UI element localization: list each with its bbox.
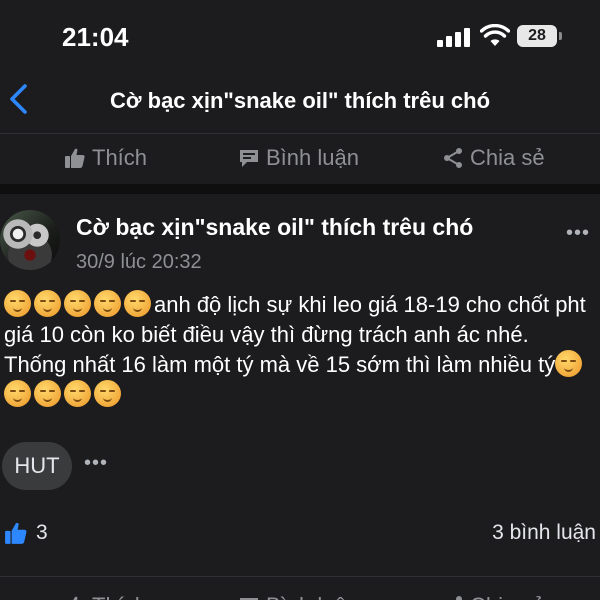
bottom-share-button[interactable]: Chia sẻ — [442, 590, 545, 600]
bottom-comment-button[interactable]: Bình luận — [238, 590, 359, 600]
smirk-emoji-icon — [94, 290, 121, 317]
section-separator — [0, 184, 600, 194]
nav-bar: Cờ bạc xịn"snake oil" thích trêu chó — [0, 76, 600, 128]
avatar[interactable] — [0, 210, 60, 270]
smirk-emoji-icon — [64, 290, 91, 317]
battery-tip — [559, 32, 562, 40]
battery-level: 28 — [517, 25, 557, 47]
comment-label: Bình luận — [266, 145, 359, 170]
bottom-like-button[interactable]: Thích — [64, 590, 147, 600]
share-icon — [444, 148, 462, 168]
bottom-share-label: Chia sẻ — [470, 593, 545, 600]
comment-button[interactable]: Bình luận — [238, 142, 359, 174]
reaction-summary[interactable]: 3 — [4, 520, 48, 546]
share-button[interactable]: Chia sẻ — [442, 142, 545, 174]
smirk-emoji-icon — [124, 290, 151, 317]
smirk-emoji-icon — [555, 350, 583, 377]
smirk-emoji-icon — [34, 290, 61, 317]
post-author[interactable]: Cờ bạc xịn"snake oil" thích trêu chó — [76, 214, 473, 241]
smirk-emoji-icon — [64, 380, 91, 407]
smirk-emoji-icon — [4, 290, 31, 317]
comment-bubble-icon — [240, 150, 258, 167]
status-bar: 21:04 28 — [0, 0, 600, 76]
share-icon — [456, 596, 462, 600]
share-label: Chia sẻ — [470, 145, 545, 170]
post-text: anh độ lịch sự khi leo giá 18-19 cho chố… — [4, 292, 586, 377]
tag-more-icon[interactable]: ••• — [84, 452, 108, 475]
smirk-emoji-icon — [94, 380, 121, 407]
bottom-comment-label: Bình luận — [266, 593, 359, 600]
bottom-actions-row: Thích Bình luận Chia sẻ — [0, 578, 600, 600]
page-title: Cờ bạc xịn"snake oil" thích trêu chó — [109, 88, 491, 113]
smirk-emoji-icon — [4, 380, 31, 407]
cellular-signal-icon — [437, 27, 471, 47]
like-label: Thích — [92, 145, 148, 170]
reactions-divider — [0, 576, 600, 577]
wifi-icon — [480, 24, 510, 46]
thumbs-up-icon — [65, 148, 85, 168]
thumbs-up-icon — [73, 596, 78, 600]
more-options-icon[interactable]: ••• — [566, 222, 590, 245]
post-timestamp[interactable]: 30/9 lúc 20:32 — [76, 251, 202, 274]
like-count: 3 — [36, 521, 48, 544]
smirk-emoji-icon — [34, 380, 61, 407]
like-button[interactable]: Thích — [64, 142, 147, 174]
post-body: anh độ lịch sự khi leo giá 18-19 cho chố… — [4, 290, 596, 410]
tag-chip[interactable]: HUT — [2, 442, 72, 490]
blue-thumbs-up-icon — [5, 522, 27, 544]
status-time: 21:04 — [62, 22, 129, 52]
bottom-like-label: Thích — [92, 593, 147, 600]
post-actions-row: Thích Bình luận Chia sẻ — [0, 134, 600, 182]
comment-count[interactable]: 3 bình luận — [492, 521, 596, 545]
comment-bubble-icon — [240, 598, 258, 600]
